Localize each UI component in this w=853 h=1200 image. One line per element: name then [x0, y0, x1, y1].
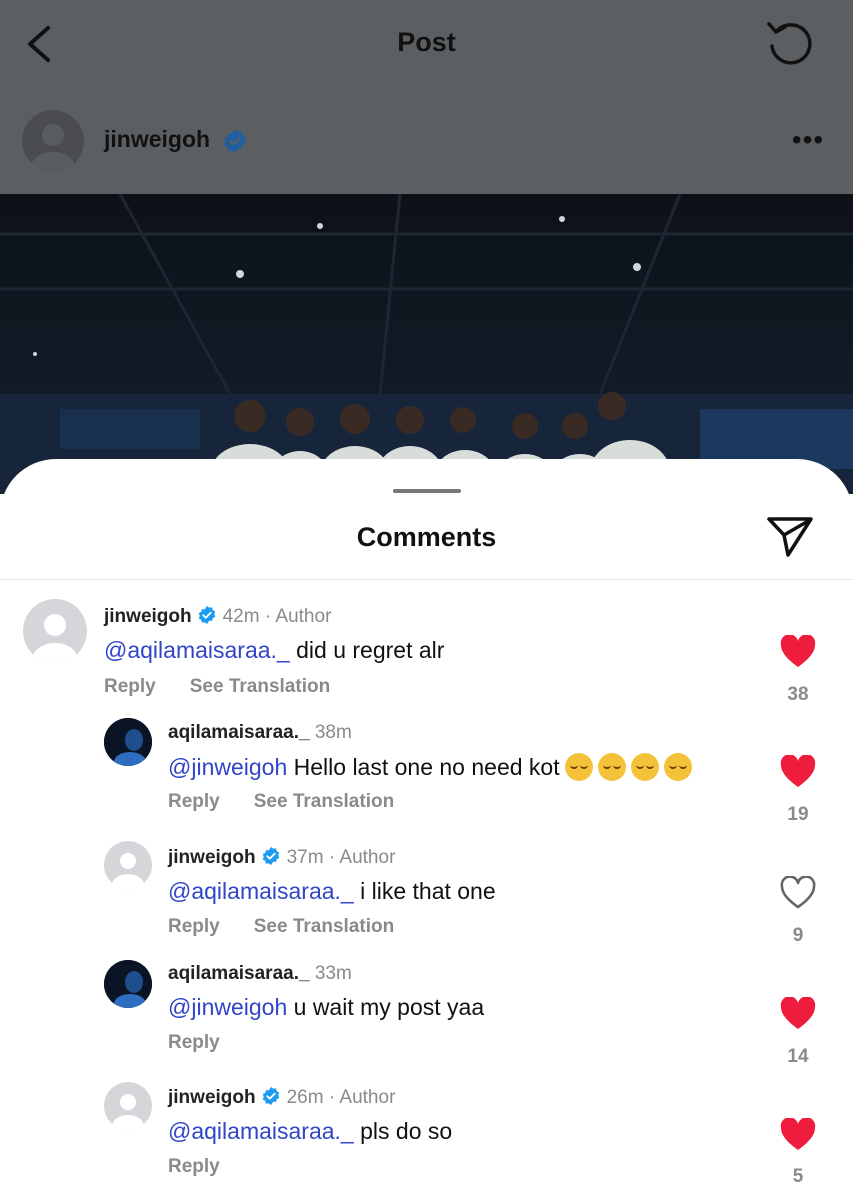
default-avatar-icon: [33, 614, 77, 663]
comment-actions: Reply: [168, 1032, 254, 1054]
like-count: 19: [787, 804, 809, 825]
comment-time: 33m: [314, 963, 352, 984]
mention-link[interactable]: @aqilamaisaraa._: [168, 878, 354, 904]
heart-icon[interactable]: [780, 635, 816, 669]
comment-time: 37m: [286, 847, 324, 868]
default-avatar-icon: [112, 853, 144, 889]
comment-body: Hello last one no need kot: [293, 754, 560, 780]
photo-scene: [0, 194, 853, 494]
default-avatar-icon: [112, 1094, 144, 1130]
avatar[interactable]: [104, 841, 152, 889]
like-count: 14: [787, 1046, 809, 1067]
comment-actions: Reply See Translation: [104, 676, 364, 698]
comment-username[interactable]: jinweigoh: [168, 847, 256, 868]
heart-icon[interactable]: [780, 1118, 816, 1152]
comment-actions: Reply See Translation: [168, 916, 428, 938]
author-tag: · Author: [328, 847, 396, 868]
comment-text: @aqilamaisaraa._ i like that one: [168, 878, 496, 905]
comment-actions: Reply See Translation: [168, 791, 428, 813]
comments-title: Comments: [356, 522, 497, 552]
verified-badge-icon: [262, 846, 279, 866]
send-icon[interactable]: [764, 513, 816, 559]
page-title: Post: [397, 27, 456, 57]
comment-actions: Reply: [168, 1156, 254, 1178]
see-translation-button[interactable]: See Translation: [190, 676, 330, 697]
comment-body: pls do so: [360, 1118, 453, 1144]
comment-username[interactable]: aqilamaisaraa._: [168, 963, 310, 984]
verified-badge-icon: [224, 129, 246, 153]
comment-username[interactable]: aqilamaisaraa._: [168, 722, 310, 743]
author-avatar[interactable]: [22, 110, 84, 172]
heart-outline-icon[interactable]: [780, 876, 816, 910]
comment-text: @jinweigoh u wait my post yaa: [168, 994, 484, 1021]
comment-body: i like that one: [360, 878, 496, 904]
reply-button[interactable]: Reply: [168, 1032, 220, 1053]
avatar[interactable]: [104, 960, 152, 1008]
comment-meta: jinweigoh 37m · Author: [168, 846, 395, 869]
post-header: Post jinweigoh •••: [0, 0, 853, 194]
reply-button[interactable]: Reply: [168, 791, 220, 812]
comment-meta: aqilamaisaraa._ 33m: [168, 963, 352, 985]
default-avatar-icon: [31, 124, 75, 172]
avatar[interactable]: [104, 1082, 152, 1130]
heart-icon[interactable]: [780, 997, 816, 1031]
profile-photo: [104, 718, 152, 766]
comment-time: 26m: [286, 1087, 324, 1108]
mention-link[interactable]: @aqilamaisaraa._: [104, 637, 290, 663]
relieved-face-emoji: [630, 753, 659, 781]
sheet-grabber[interactable]: [393, 489, 461, 493]
author-username[interactable]: jinweigoh: [104, 126, 210, 153]
comment-meta: jinweigoh 42m · Author: [104, 605, 331, 628]
author-tag: · Author: [328, 1087, 396, 1108]
reply-button[interactable]: Reply: [168, 916, 220, 937]
profile-photo: [104, 960, 152, 1008]
post-photo: [0, 194, 853, 494]
relieved-face-emoji: [564, 753, 593, 781]
heart-icon[interactable]: [780, 755, 816, 789]
like-count: 5: [792, 1166, 804, 1187]
mention-link[interactable]: @aqilamaisaraa._: [168, 1118, 354, 1144]
like-count: 9: [792, 925, 804, 946]
comments-sheet: Comments jinweigoh 42m · Author @aqilamai…: [0, 459, 853, 1200]
see-translation-button[interactable]: See Translation: [254, 791, 394, 812]
comment-username[interactable]: jinweigoh: [104, 606, 192, 627]
comment-text: @aqilamaisaraa._ pls do so: [168, 1118, 452, 1145]
comment-meta: aqilamaisaraa._ 38m: [168, 722, 352, 744]
divider: [0, 579, 853, 580]
relieved-face-emoji: [663, 753, 692, 781]
comment-text: @jinweigoh Hello last one no need kot: [168, 753, 692, 781]
see-translation-button[interactable]: See Translation: [254, 916, 394, 937]
comment-time: 42m: [222, 606, 260, 627]
verified-badge-icon: [198, 605, 215, 625]
avatar[interactable]: [23, 599, 87, 663]
comment-username[interactable]: jinweigoh: [168, 1087, 256, 1108]
more-options-icon[interactable]: •••: [788, 125, 828, 155]
comment-text: @aqilamaisaraa._ did u regret alr: [104, 637, 444, 664]
mention-link[interactable]: @jinweigoh: [168, 754, 287, 780]
reply-button[interactable]: Reply: [104, 676, 156, 697]
like-count: 38: [787, 684, 809, 705]
verified-badge-icon: [262, 1086, 279, 1106]
comment-time: 38m: [314, 722, 352, 743]
comment-body: u wait my post yaa: [293, 994, 485, 1020]
avatar[interactable]: [104, 718, 152, 766]
refresh-icon[interactable]: [764, 18, 816, 68]
reply-button[interactable]: Reply: [168, 1156, 220, 1177]
mention-link[interactable]: @jinweigoh: [168, 994, 287, 1020]
author-tag: · Author: [264, 606, 332, 627]
comment-body: did u regret alr: [296, 637, 445, 663]
comment-meta: jinweigoh 26m · Author: [168, 1086, 395, 1109]
relieved-face-emoji: [597, 753, 626, 781]
